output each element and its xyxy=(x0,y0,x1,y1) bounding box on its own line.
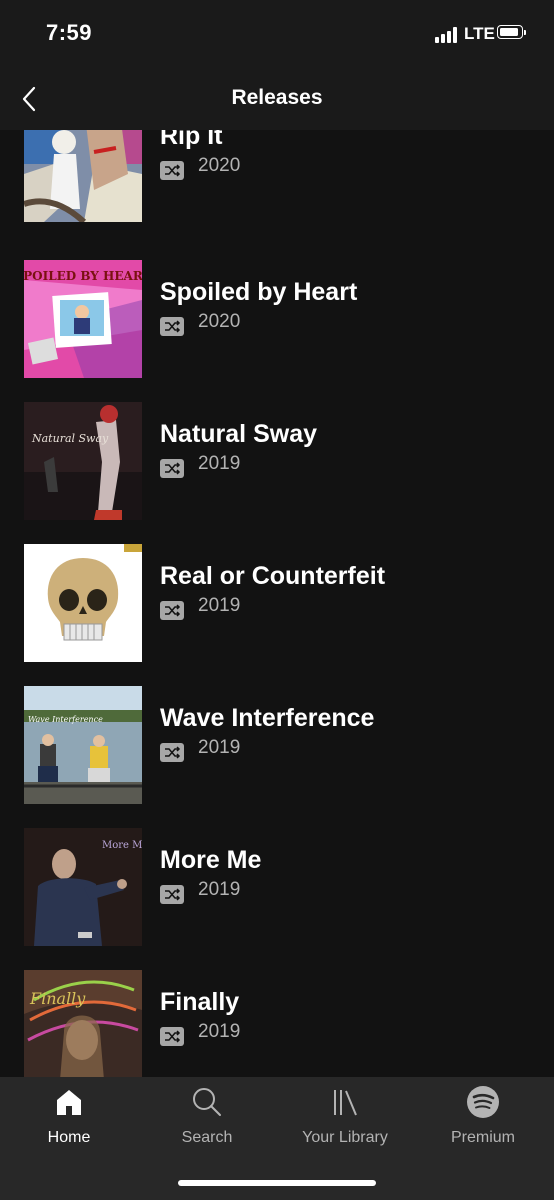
nav-home[interactable]: Home xyxy=(0,1077,138,1167)
spotify-logo-icon xyxy=(467,1086,499,1118)
release-row[interactable]: Wave Interference Wave Interference 2019 xyxy=(0,686,554,828)
battery-icon xyxy=(497,25,527,41)
album-cover-rip-it[interactable] xyxy=(24,130,142,222)
release-row[interactable]: Real or Counterfeit 2019 xyxy=(0,544,554,686)
nav-search[interactable]: Search xyxy=(138,1077,276,1167)
release-title: Natural Sway xyxy=(160,420,318,448)
album-cover-more-me[interactable]: More Me xyxy=(24,828,142,946)
shuffle-icon xyxy=(160,459,184,478)
release-title: Wave Interference xyxy=(160,704,375,732)
shuffle-icon xyxy=(160,1027,184,1046)
release-row[interactable]: More Me More Me 2019 xyxy=(0,828,554,970)
cover-text: Natural Sway xyxy=(31,432,109,445)
release-title: Finally xyxy=(160,988,240,1016)
release-year: 2019 xyxy=(198,737,241,758)
shuffle-icon xyxy=(160,885,184,904)
home-icon xyxy=(57,1090,81,1115)
release-year: 2020 xyxy=(198,311,241,332)
nav-your-library[interactable]: Your Library xyxy=(276,1077,414,1167)
cellular-signal-icon xyxy=(435,26,461,43)
release-year: 2020 xyxy=(198,155,241,176)
release-year: 2019 xyxy=(198,453,241,474)
page-title: Releases xyxy=(231,86,323,109)
status-bar: 7:59 LTE xyxy=(0,0,554,70)
home-indicator xyxy=(178,1180,376,1186)
cover-text: Finally xyxy=(29,989,86,1008)
release-row[interactable]: Natural Sway Natural Sway 2019 xyxy=(0,402,554,544)
network-type: LTE xyxy=(464,24,495,43)
album-cover-spoiled-by-heart[interactable]: SPOILED BY HEART xyxy=(24,260,142,378)
status-time: 7:59 xyxy=(46,20,93,45)
shuffle-icon xyxy=(160,743,184,762)
nav-label: Home xyxy=(47,1129,91,1146)
nav-label: Premium xyxy=(450,1129,515,1146)
releases-list[interactable]: Rip It 2020 SPOILED BY HEART Spoiled by … xyxy=(0,130,554,1077)
nav-premium[interactable]: Premium xyxy=(414,1077,552,1167)
release-row[interactable]: Finally Finally 2019 xyxy=(0,970,554,1077)
shuffle-icon xyxy=(160,161,184,180)
release-title: Spoiled by Heart xyxy=(160,278,358,306)
cover-text: Wave Interference xyxy=(28,715,103,724)
cover-text: SPOILED BY HEART xyxy=(24,269,142,283)
album-cover-real-or-counterfeit[interactable] xyxy=(24,544,142,662)
search-icon xyxy=(193,1088,221,1116)
release-row[interactable]: SPOILED BY HEART Spoiled by Heart 2020 xyxy=(0,260,554,402)
nav-label: Your Library xyxy=(302,1129,388,1146)
release-title: Rip It xyxy=(160,130,223,150)
cover-text: More Me xyxy=(102,840,142,851)
top-bar: Releases xyxy=(0,70,554,130)
album-cover-wave-interference[interactable]: Wave Interference xyxy=(24,686,142,804)
shuffle-icon xyxy=(160,317,184,336)
library-icon xyxy=(334,1090,357,1116)
nav-label: Search xyxy=(181,1129,233,1146)
release-year: 2019 xyxy=(198,1021,241,1042)
release-year: 2019 xyxy=(198,879,241,900)
album-cover-finally[interactable]: Finally xyxy=(24,970,142,1077)
release-year: 2019 xyxy=(198,595,241,616)
release-title: More Me xyxy=(160,846,262,874)
release-row[interactable]: Rip It 2020 xyxy=(0,130,554,246)
album-cover-natural-sway[interactable]: Natural Sway xyxy=(24,402,142,520)
shuffle-icon xyxy=(160,601,184,620)
release-title: Real or Counterfeit xyxy=(160,562,386,590)
